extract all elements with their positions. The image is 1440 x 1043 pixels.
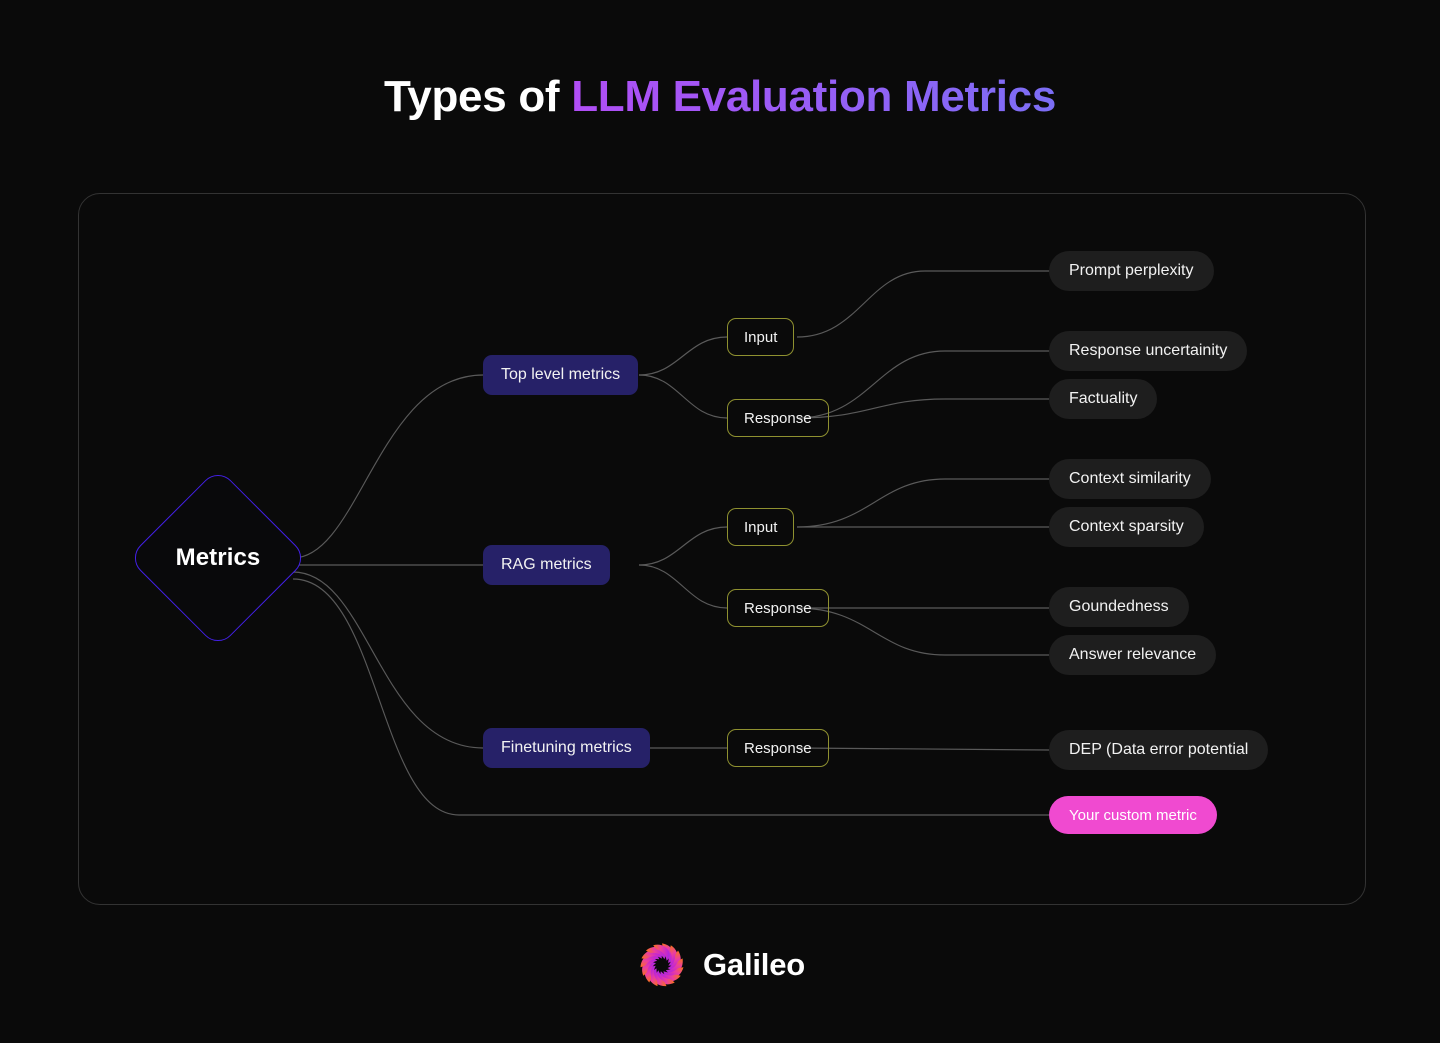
leaf-dep-label: DEP (Data error potential: [1069, 741, 1249, 758]
edge-response-top-to-factuality: [796, 398, 1049, 419]
leaf-factuality[interactable]: Factuality: [1049, 379, 1158, 419]
edge-response-ft-to-dep: [796, 747, 1050, 751]
edge-root-to-custom: [292, 578, 1049, 816]
leaf-dep-data-error-potential[interactable]: DEP (Data error potential: [1049, 730, 1269, 770]
node-response-finetuning-label: Response: [744, 739, 812, 757]
edge-response-rag-to-answer-relevance: [796, 607, 1049, 656]
node-response-rag[interactable]: Response: [727, 589, 829, 627]
edge-top-to-input: [638, 336, 728, 376]
leaf-answer-relevance-label: Answer relevance: [1069, 646, 1197, 663]
leaf-context-similarity[interactable]: Context similarity: [1049, 459, 1211, 499]
edge-rag-to-input: [638, 526, 728, 566]
leaf-your-custom-metric[interactable]: Your custom metric: [1049, 796, 1217, 834]
node-response-top-level-label: Response: [744, 409, 812, 427]
galileo-swirl-logo-icon: [640, 943, 684, 987]
leaf-context-similarity-label: Context similarity: [1069, 470, 1191, 487]
leaf-response-uncertainity-label: Response uncertainity: [1069, 342, 1228, 359]
node-input-top-level-label: Input: [744, 328, 778, 346]
node-response-finetuning[interactable]: Response: [727, 729, 829, 767]
leaf-context-sparsity[interactable]: Context sparsity: [1049, 507, 1204, 547]
edge-rag-to-response: [638, 564, 728, 609]
node-response-top-level[interactable]: Response: [727, 399, 829, 437]
page-title-plain: Types of: [384, 72, 572, 121]
edge-root-to-finetuning: [292, 571, 484, 749]
leaf-answer-relevance[interactable]: Answer relevance: [1049, 635, 1217, 675]
node-rag-metrics[interactable]: RAG metrics: [483, 545, 610, 585]
footer-brand: Galileo: [0, 938, 1440, 992]
edge-response-top-to-uncertainity: [796, 350, 1049, 419]
node-finetuning-metrics-label: Finetuning metrics: [501, 739, 632, 756]
root-node-metrics[interactable]: Metrics: [127, 467, 309, 649]
node-input-rag-label: Input: [744, 518, 778, 536]
brand-wordmark: Galileo: [703, 947, 805, 982]
node-finetuning-metrics[interactable]: Finetuning metrics: [483, 728, 650, 768]
leaf-context-sparsity-label: Context sparsity: [1069, 518, 1184, 535]
leaf-response-uncertainity[interactable]: Response uncertainity: [1049, 331, 1248, 371]
node-input-rag[interactable]: Input: [727, 508, 795, 546]
node-response-rag-label: Response: [744, 599, 812, 617]
leaf-goundedness[interactable]: Goundedness: [1049, 587, 1189, 627]
node-input-top-level[interactable]: Input: [727, 318, 795, 356]
leaf-goundedness-label: Goundedness: [1069, 598, 1169, 615]
diagram-panel: Metrics Top level metrics RAG metrics Fi…: [78, 193, 1366, 905]
edge-input-rag-to-context-similarity: [796, 478, 1049, 528]
leaf-factuality-label: Factuality: [1069, 390, 1138, 407]
leaf-prompt-perplexity-label: Prompt perplexity: [1069, 262, 1194, 279]
leaf-prompt-perplexity[interactable]: Prompt perplexity: [1049, 251, 1214, 291]
diagram-page: Types of LLM Evaluation Metrics Metrics …: [0, 0, 1440, 1043]
node-top-level-metrics[interactable]: Top level metrics: [483, 355, 639, 395]
page-title: Types of LLM Evaluation Metrics: [0, 72, 1440, 122]
node-top-level-metrics-label: Top level metrics: [501, 366, 621, 383]
page-title-accent: LLM Evaluation Metrics: [571, 72, 1056, 121]
root-node-label: Metrics: [175, 544, 261, 571]
edge-root-to-top-level: [292, 374, 484, 559]
edge-input-top-to-prompt-perplexity: [796, 270, 1049, 338]
leaf-your-custom-metric-label: Your custom metric: [1069, 806, 1197, 824]
edge-top-to-response: [638, 374, 728, 419]
node-rag-metrics-label: RAG metrics: [501, 556, 592, 573]
